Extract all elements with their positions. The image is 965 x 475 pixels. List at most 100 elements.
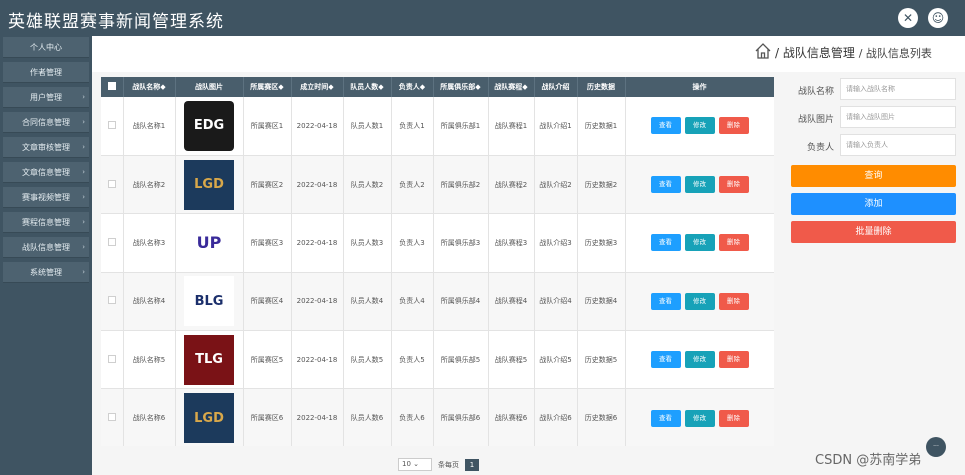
column-header: 战队图片: [175, 77, 244, 97]
cell-founded-date: 2022-04-18: [291, 213, 344, 273]
cell-leader: 负责人1: [391, 97, 434, 156]
sidebar-item-system[interactable]: 系统管理 ›: [3, 262, 89, 283]
view-button[interactable]: 查看: [650, 409, 681, 427]
fullscreen-icon[interactable]: ✕: [898, 8, 918, 28]
sidebar-item-schedule[interactable]: 赛程信息管理 ›: [3, 212, 89, 233]
sidebar-item-label: 赛程信息管理: [22, 217, 70, 227]
cell-region: 所属赛区1: [243, 97, 292, 156]
row-checkbox[interactable]: [101, 272, 124, 332]
cell-schedule: 战队赛程6: [488, 388, 535, 446]
chevron-right-icon: ›: [82, 118, 85, 126]
table-row: 战队名称4 BLG 所属赛区4 2022-04-18 队员人数4 负责人4 所属俱乐部4 战队…: [101, 272, 774, 332]
select-all-checkbox[interactable]: [101, 77, 124, 97]
cell-club: 所属俱乐部6: [433, 388, 489, 446]
row-checkbox[interactable]: [101, 388, 124, 446]
query-button[interactable]: 查询: [791, 165, 956, 187]
delete-button[interactable]: 删除: [718, 351, 749, 369]
row-checkbox[interactable]: [101, 97, 124, 156]
leader-input[interactable]: 请输入负责人: [840, 134, 956, 156]
row-checkbox[interactable]: [101, 213, 124, 273]
chat-bubble-icon[interactable]: ···: [926, 437, 946, 457]
column-header[interactable]: 所属赛区◆: [243, 77, 292, 97]
view-button[interactable]: 查看: [650, 292, 681, 310]
sidebar-item-teams[interactable]: 战队信息管理 ›: [3, 237, 89, 258]
page-number-current[interactable]: 1: [465, 458, 479, 471]
page-size-select[interactable]: 10 ⌄: [398, 458, 432, 471]
edit-button[interactable]: 修改: [684, 292, 715, 310]
sidebar-item-users[interactable]: 用户管理 ›: [3, 87, 89, 108]
cell-leader: 负责人5: [391, 330, 434, 390]
pagination: 10 ⌄ 条每页 1: [398, 458, 479, 471]
delete-button[interactable]: 删除: [718, 292, 749, 310]
delete-button[interactable]: 删除: [718, 234, 749, 252]
cell-founded-date: 2022-04-18: [291, 155, 344, 215]
cell-region: 所属赛区4: [243, 272, 292, 332]
edit-button[interactable]: 修改: [684, 176, 715, 194]
user-icon[interactable]: ☺: [928, 8, 948, 28]
cell-schedule: 战队赛程2: [488, 155, 535, 215]
cell-team-image: BLG: [175, 272, 244, 332]
cell-actions: 查看 修改 删除: [625, 272, 774, 332]
cell-members: 队员人数1: [343, 97, 392, 156]
sidebar-item-contracts[interactable]: 合同信息管理 ›: [3, 112, 89, 133]
sidebar-item-label: 战队信息管理: [22, 242, 70, 252]
table-row: 战队名称5 TLG 所属赛区5 2022-04-18 队员人数5 负责人5 所属俱乐部5 战队…: [101, 330, 774, 390]
team-image-input[interactable]: 请输入战队图片: [840, 106, 956, 128]
view-button[interactable]: 查看: [650, 234, 681, 252]
cell-intro: 战队介绍3: [534, 213, 578, 273]
team-logo: LGD: [184, 393, 234, 444]
app-root: 英雄联盟赛事新闻管理系统 ✕ ☺ 个人中心 作者管理 用户管理 › 合同信息管理 ›…: [0, 0, 965, 475]
sidebar-item-personal-center[interactable]: 个人中心: [3, 37, 89, 58]
sidebar: 个人中心 作者管理 用户管理 › 合同信息管理 › 文章审核管理 › 文章信息管理 › …: [0, 36, 92, 475]
add-button[interactable]: 添加: [791, 193, 956, 215]
cell-actions: 查看 修改 删除: [625, 388, 774, 446]
cell-schedule: 战队赛程3: [488, 213, 535, 273]
column-header[interactable]: 战队名称◆: [123, 77, 176, 97]
breadcrumb-section[interactable]: / 战队信息管理: [775, 46, 855, 60]
table-row: 战队名称1 EDG 所属赛区1 2022-04-18 队员人数1 负责人1 所属俱乐部1 战队…: [101, 97, 774, 156]
column-header[interactable]: 所属俱乐部◆: [433, 77, 489, 97]
row-checkbox[interactable]: [101, 155, 124, 215]
cell-team-name: 战队名称4: [123, 272, 176, 332]
team-name-input[interactable]: 请输入战队名称: [840, 78, 956, 100]
team-image-label: 战队图片: [797, 115, 834, 125]
column-header[interactable]: 队员人数◆: [343, 77, 392, 97]
view-button[interactable]: 查看: [650, 117, 681, 135]
leader-label: 负责人: [806, 143, 834, 153]
edit-button[interactable]: 修改: [684, 351, 715, 369]
view-button[interactable]: 查看: [650, 351, 681, 369]
column-header[interactable]: 战队赛程◆: [488, 77, 535, 97]
chevron-right-icon: ›: [82, 243, 85, 251]
cell-club: 所属俱乐部5: [433, 330, 489, 390]
edit-button[interactable]: 修改: [684, 117, 715, 135]
delete-button[interactable]: 删除: [718, 409, 749, 427]
breadcrumb: / 战队信息管理 / 战队信息列表: [92, 36, 965, 72]
watermark: CSDN @苏南学弟: [815, 453, 922, 468]
team-logo-text: UP: [196, 233, 222, 253]
cell-club: 所属俱乐部1: [433, 97, 489, 156]
cell-founded-date: 2022-04-18: [291, 272, 344, 332]
row-checkbox[interactable]: [101, 330, 124, 390]
home-icon[interactable]: [754, 42, 772, 60]
sidebar-item-authors[interactable]: 作者管理: [3, 62, 89, 83]
cell-team-name: 战队名称5: [123, 330, 176, 390]
delete-button[interactable]: 删除: [718, 176, 749, 194]
cell-region: 所属赛区2: [243, 155, 292, 215]
sidebar-item-article-review[interactable]: 文章审核管理 ›: [3, 137, 89, 158]
sidebar-item-videos[interactable]: 赛事视频管理 ›: [3, 187, 89, 208]
cell-history: 历史数据6: [577, 388, 626, 446]
column-header: 历史数据: [577, 77, 626, 97]
sidebar-item-articles[interactable]: 文章信息管理 ›: [3, 162, 89, 183]
column-header[interactable]: 成立时间◆: [291, 77, 344, 97]
view-button[interactable]: 查看: [650, 176, 681, 194]
sidebar-item-label: 合同信息管理: [22, 117, 70, 127]
delete-button[interactable]: 删除: [718, 117, 749, 135]
cell-actions: 查看 修改 删除: [625, 213, 774, 273]
edit-button[interactable]: 修改: [684, 234, 715, 252]
team-logo: TLG: [184, 334, 234, 385]
batch-delete-button[interactable]: 批量删除: [791, 221, 956, 243]
column-header[interactable]: 负责人◆: [391, 77, 434, 97]
edit-button[interactable]: 修改: [684, 409, 715, 427]
cell-actions: 查看 修改 删除: [625, 330, 774, 390]
per-page-label: 条每页: [438, 460, 459, 469]
